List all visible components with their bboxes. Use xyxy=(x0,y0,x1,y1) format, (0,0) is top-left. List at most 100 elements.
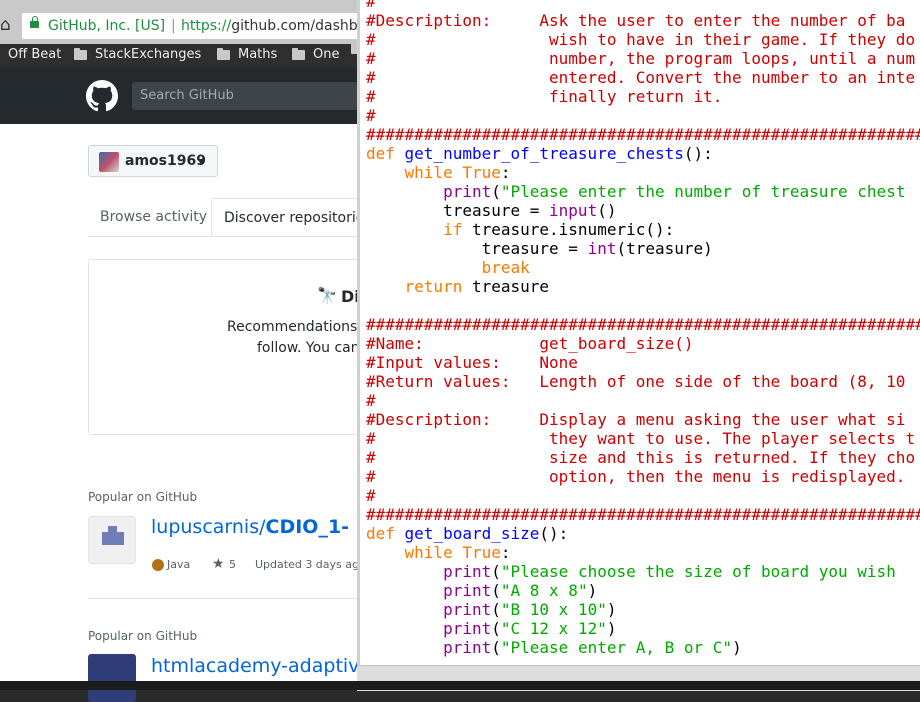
code-line[interactable]: # size and this is returned. If they cho xyxy=(366,448,920,467)
code-token: break xyxy=(481,258,530,277)
github-logo-icon[interactable] xyxy=(86,80,118,112)
code-line[interactable]: ########################################… xyxy=(366,315,920,334)
code-token: get_number_of_treasure_chests xyxy=(404,144,684,163)
code-token: "Please choose the size of board you wis… xyxy=(500,562,896,581)
code-line[interactable]: return treasure xyxy=(366,277,920,296)
url-field[interactable]: GitHub, Inc. [US] | https://github.com/d… xyxy=(22,13,402,39)
code-token: # entered. Convert the number to an inte xyxy=(366,68,916,87)
code-line[interactable]: ########################################… xyxy=(366,505,920,524)
bookmark-stackexchanges[interactable]: StackExchanges xyxy=(74,44,201,66)
bookmark-off-beat[interactable]: Off Beat xyxy=(8,44,61,66)
code-line[interactable]: #Description: Display a menu asking the … xyxy=(366,410,920,429)
repo-language: Java xyxy=(167,558,191,571)
code-line[interactable]: #Name: get_board_size() xyxy=(366,334,920,353)
code-token: # number, the program loops, until a num xyxy=(366,49,916,68)
code-token: print xyxy=(443,182,492,201)
code-line[interactable]: # option, then the menu is redisplayed. xyxy=(366,467,920,486)
caret-down-icon xyxy=(197,159,205,164)
code-token: print xyxy=(443,581,492,600)
code-token: ########################################… xyxy=(366,125,920,144)
code-line[interactable]: break xyxy=(366,258,920,277)
code-pane[interactable]: # #Description: Ask the user to enter the… xyxy=(357,0,920,665)
code-line[interactable]: #Return values: Length of one side of th… xyxy=(366,372,920,391)
repo-title-link[interactable]: htmlacademy-adaptive/ xyxy=(151,655,378,677)
code-token: def xyxy=(366,144,405,163)
search-input[interactable]: Search GitHub xyxy=(132,82,372,110)
code-token: input xyxy=(549,201,598,220)
code-token: (treasure) xyxy=(616,239,713,258)
url-scheme: https:// xyxy=(181,18,232,34)
language-color-dot xyxy=(152,559,164,571)
code-token: #Name: get_board_size() xyxy=(366,334,694,353)
code-line[interactable] xyxy=(366,296,920,315)
code-line[interactable]: def get_number_of_treasure_chests(): xyxy=(366,144,920,163)
code-line[interactable]: print("Please enter the number of treasu… xyxy=(366,182,920,201)
code-line[interactable]: # wish to have in their game. If they do xyxy=(366,30,920,49)
tab-discover-repositories[interactable]: Discover repositories xyxy=(211,198,381,236)
code-token: return xyxy=(404,277,463,296)
code-line[interactable]: def get_board_size(): xyxy=(366,524,920,543)
star-icon[interactable]: ★ xyxy=(212,556,225,572)
code-token: treasure = xyxy=(366,239,588,258)
url-separator: | xyxy=(171,18,176,34)
code-token: treasure xyxy=(462,277,550,296)
repo-stars[interactable]: 5 xyxy=(229,558,236,571)
code-token: ( xyxy=(491,638,501,657)
code-text[interactable]: # #Description: Ask the user to enter the… xyxy=(366,0,920,657)
code-line[interactable]: # finally return it. xyxy=(366,87,920,106)
popular-label: Popular on GitHub xyxy=(88,629,198,643)
bookmark-label: One xyxy=(313,47,340,62)
code-line[interactable]: print("Please enter A, B or C") xyxy=(366,638,920,657)
code-line[interactable]: treasure = int(treasure) xyxy=(366,239,920,258)
folder-icon xyxy=(74,48,87,60)
bookmark-one[interactable]: One xyxy=(292,44,339,66)
code-line[interactable]: treasure = input() xyxy=(366,201,920,220)
code-token: # finally return it. xyxy=(366,87,723,106)
code-line[interactable]: #Description: Ask the user to enter the … xyxy=(366,11,920,30)
repo-owner: lupuscarnis xyxy=(151,516,260,538)
code-line[interactable]: # xyxy=(366,0,920,11)
repo-title-link[interactable]: lupuscarnis/CDIO_1- xyxy=(151,516,349,538)
divider xyxy=(88,598,388,599)
code-token: True xyxy=(462,163,501,182)
bookmark-maths[interactable]: Maths xyxy=(217,44,277,66)
code-line[interactable]: # xyxy=(366,486,920,505)
code-line[interactable]: while True: xyxy=(366,163,920,182)
code-token: #Description: Display a menu asking the … xyxy=(366,410,906,429)
code-token: while xyxy=(404,543,453,562)
code-token: # xyxy=(366,486,376,505)
code-line[interactable]: print("Please choose the size of board y… xyxy=(366,562,920,581)
tab-browse-activity[interactable]: Browse activity xyxy=(100,198,207,236)
code-line[interactable]: if treasure.isnumeric(): xyxy=(366,220,920,239)
code-token: ( xyxy=(491,562,501,581)
home-icon[interactable]: ⌂ xyxy=(0,16,16,34)
code-token: "B 10 x 10" xyxy=(500,600,607,619)
telescope-icon: 🔭 xyxy=(317,286,337,305)
discover-panel: 🔭 Discover repositories Recommendations … xyxy=(88,259,388,435)
context-switcher-button[interactable]: amos1969 xyxy=(88,145,218,177)
repo-avatar[interactable] xyxy=(88,516,136,564)
code-line[interactable]: # they want to use. The player selects t xyxy=(366,429,920,448)
repo-avatar[interactable] xyxy=(88,654,136,702)
code-token: # xyxy=(366,106,376,125)
code-line[interactable]: while True: xyxy=(366,543,920,562)
code-line[interactable]: ########################################… xyxy=(366,125,920,144)
code-line[interactable]: # entered. Convert the number to an inte xyxy=(366,68,920,87)
avatar xyxy=(99,152,119,172)
code-token: ( xyxy=(491,182,501,201)
code-line[interactable]: # number, the program loops, until a num xyxy=(366,49,920,68)
code-token: True xyxy=(462,543,501,562)
code-line[interactable]: print("B 10 x 10") xyxy=(366,600,920,619)
code-token: # size and this is returned. If they cho xyxy=(366,448,916,467)
code-line[interactable]: print("C 12 x 12") xyxy=(366,619,920,638)
bookmark-label: Maths xyxy=(238,47,278,62)
code-line[interactable]: print("A 8 x 8") xyxy=(366,581,920,600)
code-line[interactable]: # xyxy=(366,106,920,125)
code-line[interactable]: # xyxy=(366,391,920,410)
code-line[interactable]: #Input values: None xyxy=(366,353,920,372)
code-token: while xyxy=(404,163,453,182)
